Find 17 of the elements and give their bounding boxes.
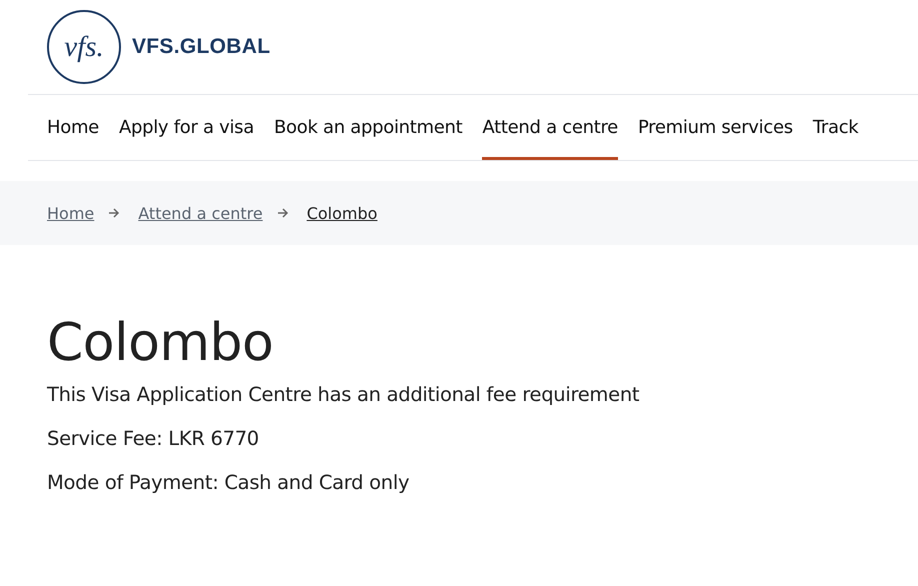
nav-link[interactable]: Attend a centre — [482, 95, 618, 160]
breadcrumb-link[interactable]: Attend a centre — [138, 204, 263, 222]
nav-link[interactable]: Premium services — [638, 95, 793, 160]
breadcrumb-link[interactable]: Home — [47, 204, 94, 222]
nav-link[interactable]: Book an appointment — [274, 95, 462, 160]
nav-link[interactable]: Home — [47, 95, 99, 160]
info-text: Service Fee: LKR 6770 — [47, 426, 260, 452]
info-text: Mode of Payment: Cash and Card only — [47, 470, 410, 496]
page-title: Colombo — [47, 313, 274, 373]
nav-link[interactable]: Apply for a visa — [118, 95, 254, 160]
logo-emblem[interactable]: vfs. — [47, 10, 121, 84]
logo-wordmark[interactable]: VFS.GLOBAL — [132, 35, 270, 59]
nav-link[interactable]: Track — [812, 95, 858, 160]
arrow-right-icon — [276, 207, 289, 219]
info-text: This Visa Application Centre has an additional fee requirement — [47, 382, 640, 408]
arrow-right-icon — [108, 207, 120, 219]
breadcrumb-link[interactable]: Colombo — [306, 204, 378, 222]
